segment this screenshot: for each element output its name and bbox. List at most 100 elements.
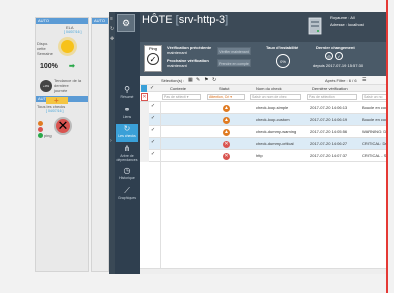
check-name[interactable]: check-dummy-warning [256,126,296,138]
filter-count: Après Filtre : 6 / 6 [325,78,357,83]
check-mark-icon[interactable]: ✓ [150,115,156,122]
warning-dot-icon [38,121,43,126]
filter-output[interactable]: Saisir un no [362,94,388,100]
last-check-date: 2017-07-20 14:06:19 [310,117,348,122]
col-last-check[interactable]: Dernière vérification [312,85,348,92]
col-context[interactable]: Contexte [170,85,186,92]
last-check-date: 2017-07-20 14:07:37 [310,153,348,158]
last-check-date: 2017-07-20 14:05:56 [310,129,348,134]
nav-checks[interactable]: ↻ Les checks [116,124,138,142]
search-icon: ⚲ [124,85,130,94]
ok-check-icon: ✓ [147,53,159,65]
check-mark-icon[interactable]: ✓ [150,151,156,158]
widget-tab-auto[interactable]: AUTO [36,18,88,24]
table-row[interactable]: ✓ ✕ http 2017-07-20 14:07:37 CRITICAL - … [140,150,388,162]
check-name[interactable]: http [256,150,263,162]
critical-icon: ✕ [223,141,230,148]
last-change-value: depuis 2017-07-19 15:57:30 [313,63,364,68]
address-label: Adresse : localhost [330,22,364,27]
horizontal-scrollbar[interactable] [140,268,388,274]
col-status[interactable]: Statut [219,85,229,92]
table-row[interactable]: ✓ ▲ check-loop-custom 2017-07-20 14:06:1… [140,114,388,126]
refresh-icon[interactable]: ↻ [110,26,114,32]
critical-dot-icon [38,127,43,132]
nav-resume[interactable]: ⚲ Résumé [116,85,138,103]
ok-check-icon: ✓ [335,52,343,60]
clock-icon: ◷ [123,166,131,175]
check-output: WARNING: Dum [362,129,388,134]
check-now-button[interactable]: Vérifier maintenant [217,47,251,55]
sidebar: ≡ ↻ ✥ › ⚙ ⚲ Résumé ⚭ Liens ↻ Les checks ⋔ Ar… [109,12,140,274]
status-bar: Ping ✓ Vérification précédente maintenan… [140,42,388,76]
row-checkbox[interactable] [140,102,149,114]
sun-icon [61,40,74,53]
table-toolbar: Sélection(s) : ▦ ✎ ⚑ ↻ Après Filtre : 6 … [140,76,388,85]
period-text: Dispo. cette Semaine [37,41,53,56]
row-checkbox[interactable] [140,150,149,162]
nav-dependances[interactable]: ⋔ Arbre de dépendances [116,144,138,162]
check-mark-icon[interactable]: ✓ [150,127,156,134]
critical-icon: ✕ [54,117,72,135]
filter-last-check[interactable]: Pas de sélection [307,94,357,100]
last-check-date: 2017-07-20 14:06:13 [310,105,348,110]
host-window: ≡ ↻ ✥ › ⚙ ⚲ Résumé ⚭ Liens ↻ Les checks ⋔ Ar… [109,12,388,274]
nav-liens[interactable]: ⚭ Liens [116,105,138,123]
col-check-name[interactable]: Nom du check [256,85,282,92]
check-output: Boucle en cou [362,117,388,122]
check-mark-icon[interactable]: ✓ [150,139,156,146]
clear-filter-icon[interactable]: ✕ [141,93,148,101]
row-checkbox[interactable] [140,126,149,138]
menu-icon[interactable]: ≡ [110,16,113,22]
host-name: srv-http-3 [178,14,226,26]
nav-historique[interactable]: ◷ Historique [116,166,138,184]
nav-graphiques[interactable]: ⟋ Graphiques [116,186,138,204]
table-row[interactable]: ✓ ▲ check-loop-simple 2017-07-20 14:06:1… [140,102,388,114]
tendance-text: Tendance de la dernière journée [54,78,82,93]
prev-check-value: maintenant [167,50,187,55]
filter-context[interactable]: Pas de sélecti ▾ [162,94,201,100]
select-all-checkbox[interactable] [141,85,147,92]
table-header: ✓ Contexte Statut Nom du check Dernière … [140,85,388,92]
checks-table: Sélection(s) : ▦ ✎ ⚑ ↻ Après Filtre : 6 … [140,76,388,274]
table-row[interactable]: ✓ ✕ check-dummy-critical 2017-07-20 14:0… [140,138,388,150]
flapping-value: 0% [276,54,290,68]
pin-icon[interactable]: ⚑ [204,76,208,85]
filter-check-name[interactable]: Saisir un nom de chec [250,94,301,100]
last-change-label: Dernier changement [316,45,355,50]
widget-panel: AUTO ELA [ 04/07/16 ] Dispo. cette Semai… [35,17,89,272]
network-icon: ⚭ [123,105,131,114]
move-icon[interactable]: ✥ [110,36,114,42]
row-checkbox[interactable] [140,114,149,126]
widget-tab-auto[interactable]: AUTO [92,18,108,24]
warning-icon: ▲ [223,105,230,112]
check-name[interactable]: check-loop-custom [256,114,290,126]
server-icon [308,17,322,35]
table-row[interactable]: ✓ ▲ check-dummy-warning 2017-07-20 14:05… [140,126,388,138]
next-check-value: maintenant [167,63,187,68]
arrow-right-icon: ➡ [69,63,75,70]
expand-icon[interactable]: › [110,138,112,144]
check-name[interactable]: check-loop-simple [256,102,288,114]
host-prefix: HÔTE [142,14,173,26]
acknowledge-button[interactable]: Prendre en compte [217,59,251,67]
refresh-icon[interactable]: ↻ [212,76,216,85]
sidebar-rail: ≡ ↻ ✥ › [109,12,115,274]
edit-icon[interactable]: ✎ [196,76,200,85]
ping-label: Ping [148,46,157,51]
check-mark-icon: ✓ [150,85,155,91]
ok-dot-icon [38,133,43,138]
check-mark-icon[interactable]: ✓ [150,103,156,110]
check-output: CRITICAL - So [362,153,388,158]
list-icon[interactable]: ☰ [362,76,366,85]
checks-time: [ 04/07/16 ] [46,109,64,113]
warning-icon: ▲ [223,129,230,136]
row-checkbox[interactable] [140,138,149,150]
check-output: CRITICAL: Du [362,141,388,146]
gear-icon[interactable]: ⚙ [117,14,135,32]
check-name[interactable]: check-dummy-critical [256,138,294,150]
column-divider [160,102,161,268]
flapping-icon: ◎ [325,52,333,60]
ela-time: [ 04/07/16 ] [64,30,82,34]
filter-status[interactable]: Attention, Cri ▾ [207,94,245,100]
calendar-icon[interactable]: ▦ [188,76,193,85]
